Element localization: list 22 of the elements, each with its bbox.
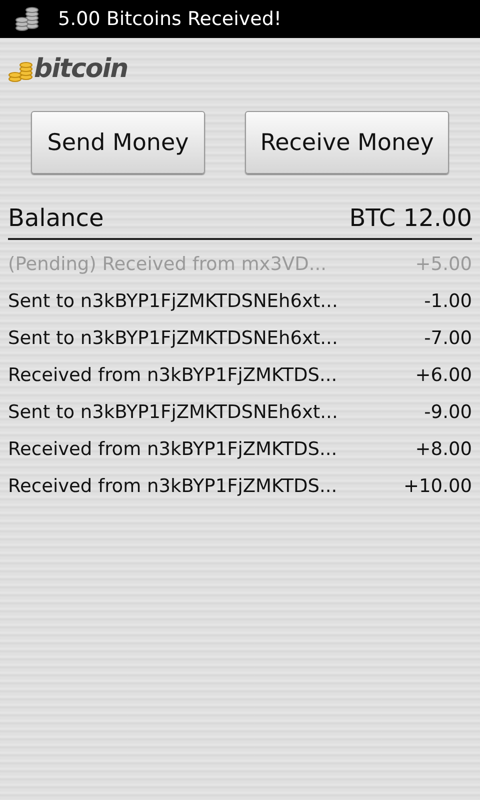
receive-money-button[interactable]: Receive Money — [245, 111, 449, 174]
transaction-amount: +10.00 — [404, 476, 472, 497]
transaction-description: Received from n3kBYP1FjZMKTDS... — [8, 365, 338, 386]
coins-icon — [14, 6, 40, 32]
transaction-description: Sent to n3kBYP1FjZMKTDSNEh6xt... — [8, 328, 338, 349]
balance-value: BTC 12.00 — [349, 204, 472, 232]
transaction-amount: -7.00 — [424, 328, 472, 349]
transaction-description: Received from n3kBYP1FjZMKTDS... — [8, 439, 338, 460]
transaction-amount: -9.00 — [424, 402, 472, 423]
balance-label: Balance — [8, 204, 104, 232]
transaction-amount: +5.00 — [415, 254, 472, 275]
send-money-button[interactable]: Send Money — [31, 111, 205, 174]
coins-icon — [8, 61, 34, 83]
transaction-description: Sent to n3kBYP1FjZMKTDSNEh6xt... — [8, 291, 338, 312]
transaction-description: Sent to n3kBYP1FjZMKTDSNEh6xt... — [8, 402, 338, 423]
transaction-amount: -1.00 — [424, 291, 472, 312]
transaction-description: Received from n3kBYP1FjZMKTDS... — [8, 476, 338, 497]
logo-text: bitcoin — [34, 55, 128, 83]
transaction-amount: +8.00 — [415, 439, 472, 460]
transaction-amount: +6.00 — [415, 365, 472, 386]
notification-text: 5.00 Bitcoins Received! — [58, 8, 282, 30]
transaction-description: (Pending) Received from mx3VD... — [8, 254, 327, 275]
